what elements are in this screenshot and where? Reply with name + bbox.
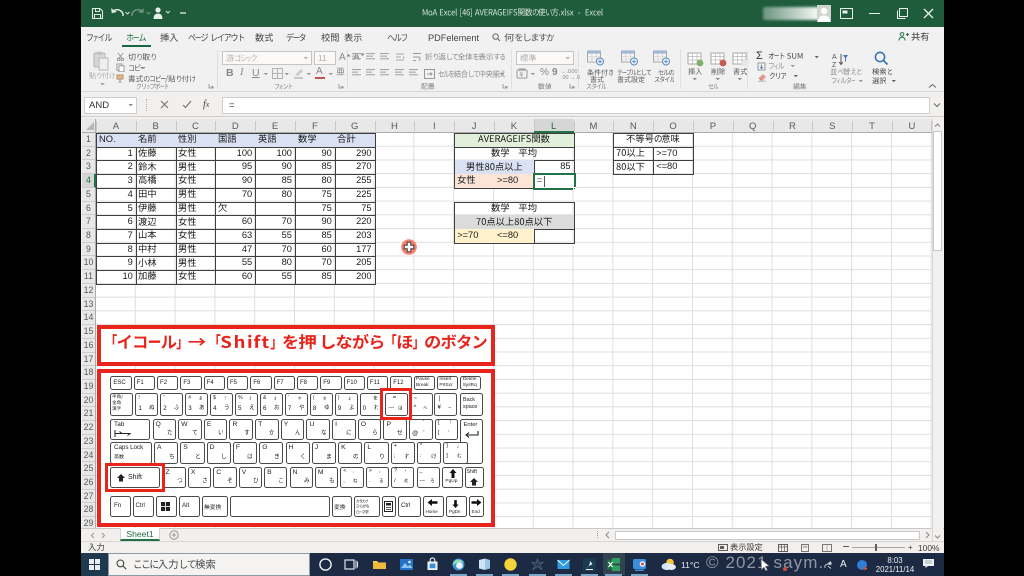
svg-text:Z: Z: [832, 62, 837, 67]
svg-text:¥: ¥: [519, 72, 523, 79]
svg-text:A: A: [832, 54, 837, 61]
